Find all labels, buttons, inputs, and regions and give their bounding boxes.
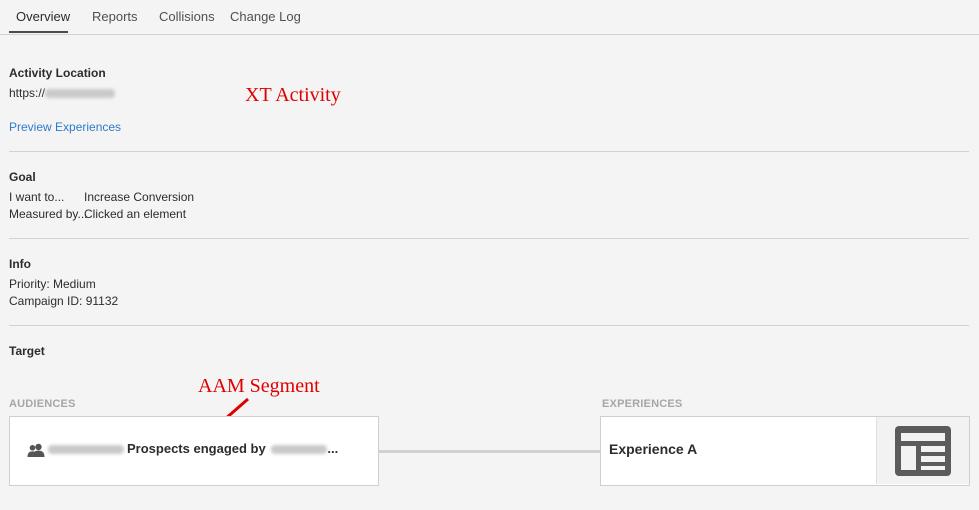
active-tab-indicator — [9, 31, 68, 33]
goal-want-label: I want to... — [9, 190, 65, 204]
xt-activity-annotation: XT Activity — [245, 84, 341, 106]
activity-location-heading: Activity Location — [9, 66, 106, 80]
tab-change-log[interactable]: Change Log — [230, 9, 301, 24]
target-heading: Target — [9, 344, 45, 358]
tab-bar: Overview Reports Collisions Change Log — [0, 0, 979, 35]
goal-measured-value: Clicked an element — [84, 207, 187, 221]
info-heading: Info — [9, 257, 31, 271]
audience-name: Prospects engaged by ... — [48, 441, 338, 456]
experience-name: Experience A — [609, 441, 698, 457]
audience-label: Prospects engaged by — [127, 441, 266, 456]
experience-card[interactable]: Experience A — [600, 416, 970, 486]
layout-template-icon — [895, 426, 951, 476]
priority-text: Priority: Medium — [9, 277, 96, 291]
tab-collisions[interactable]: Collisions — [159, 9, 215, 24]
goal-measured-label: Measured by... — [9, 207, 88, 221]
tab-overview[interactable]: Overview — [16, 9, 70, 24]
audience-card[interactable]: Prospects engaged by ... — [9, 416, 379, 486]
tab-reports[interactable]: Reports — [92, 9, 138, 24]
redacted-url — [45, 89, 116, 99]
audience-ellipsis: ... — [327, 441, 339, 456]
experiences-label: EXPERIENCES — [602, 398, 683, 410]
goal-want-value: Increase Conversion — [84, 190, 195, 204]
audiences-label: AUDIENCES — [9, 398, 76, 410]
divider — [9, 325, 969, 326]
campaign-id-text: Campaign ID: 91132 — [9, 294, 119, 308]
audience-experience-connector — [379, 450, 600, 453]
preview-experiences-link[interactable]: Preview Experiences — [9, 120, 121, 134]
redacted-segment-name — [48, 445, 124, 455]
divider — [9, 238, 969, 239]
experience-thumbnail — [876, 417, 969, 484]
activity-location-url: https:// — [9, 86, 116, 100]
redacted-segment-detail — [271, 445, 328, 455]
divider — [9, 151, 969, 152]
users-icon — [27, 443, 45, 457]
goal-heading: Goal — [9, 170, 36, 184]
url-prefix: https:// — [9, 86, 46, 100]
